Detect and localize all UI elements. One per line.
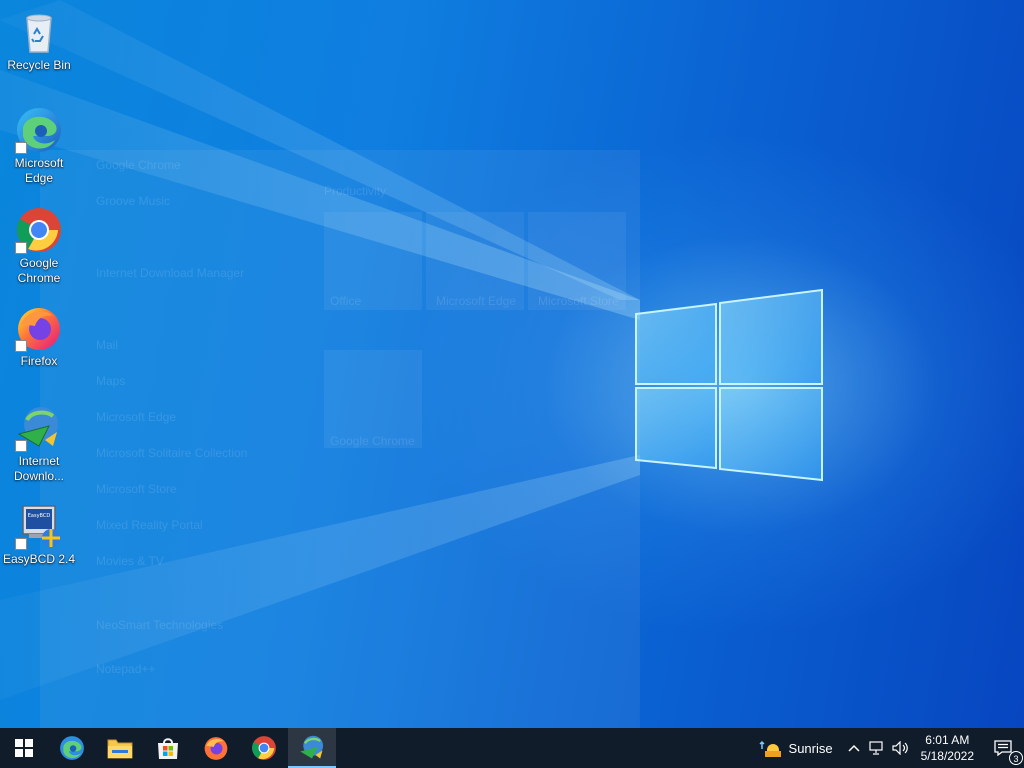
shortcut-arrow-icon — [15, 340, 27, 352]
chrome-icon — [252, 736, 276, 760]
desktop-icon-label: Firefox — [20, 354, 58, 368]
clock-date: 5/18/2022 — [920, 749, 974, 763]
ghost-app-label: Mail — [96, 338, 119, 352]
idm-icon — [300, 735, 324, 759]
taskbar-idm-button[interactable] — [288, 728, 336, 768]
ghost-app-label: Google Chrome — [96, 158, 181, 172]
ghost-app-label: Microsoft Solitaire Collection — [96, 446, 248, 460]
ghost-app-label: Groove Music — [96, 194, 171, 208]
ghost-app-label: Maps — [96, 374, 126, 388]
show-hidden-icons-button[interactable] — [843, 728, 865, 768]
desktop-icon-label: Microsoft Edge — [14, 156, 64, 185]
desktop[interactable]: Google Chrome Groove Music Internet Down… — [0, 0, 1024, 728]
volume-button[interactable] — [889, 728, 913, 768]
taskbar-firefox-button[interactable] — [192, 728, 240, 768]
ghost-app-label: Mixed Reality Portal — [96, 518, 203, 532]
desktop-icon-recycle-bin[interactable]: Recycle Bin — [2, 8, 76, 73]
ghost-tile-label: Microsoft Store — [538, 294, 619, 308]
start-button[interactable] — [0, 728, 48, 768]
shortcut-arrow-icon — [15, 142, 27, 154]
taskbar: Sunrise 6:01 AM 5/18/2022 3 — [0, 728, 1024, 768]
action-center-button[interactable]: 3 — [982, 728, 1024, 768]
ghost-tile-label: Google Chrome — [330, 434, 415, 448]
clock[interactable]: 6:01 AM 5/18/2022 — [913, 732, 982, 764]
ghost-app-label: Internet Download Manager — [96, 266, 245, 280]
ghost-section-title: Productivity — [324, 184, 387, 198]
system-tray: Sunrise 6:01 AM 5/18/2022 3 — [753, 728, 1024, 768]
desktop-icon-firefox[interactable]: Firefox — [2, 304, 76, 369]
clock-time: 6:01 AM — [925, 733, 970, 747]
taskbar-chrome-button[interactable] — [240, 728, 288, 768]
windows-logo-wallpaper — [635, 288, 823, 482]
notification-count-badge: 3 — [1009, 751, 1023, 765]
desktop-icon-label: Google Chrome — [17, 256, 61, 285]
network-button[interactable] — [865, 728, 889, 768]
folder-icon — [107, 739, 133, 759]
ghost-tile-label: Office — [330, 294, 362, 308]
network-icon — [869, 741, 883, 755]
volume-icon — [892, 741, 908, 755]
sunrise-icon — [759, 740, 781, 757]
firefox-icon — [204, 737, 228, 760]
desktop-icon-label: Internet Downlo... — [13, 454, 65, 483]
ghost-app-label: Microsoft Store — [96, 482, 177, 496]
desktop-icon-edge[interactable]: Microsoft Edge — [2, 106, 76, 186]
ghost-app-label: Movies & TV — [96, 554, 164, 568]
taskbar-store-button[interactable] — [144, 728, 192, 768]
edge-icon — [60, 736, 84, 760]
shortcut-arrow-icon — [15, 538, 27, 550]
weather-widget[interactable]: Sunrise — [753, 728, 843, 768]
desktop-icon-idm[interactable]: Internet Downlo... — [2, 404, 76, 484]
recycle-bin-icon — [26, 14, 52, 53]
shortcut-arrow-icon — [15, 440, 27, 452]
ghost-tile-label: Microsoft Edge — [436, 294, 517, 308]
svg-text:EasyBCD: EasyBCD — [28, 513, 51, 519]
desktop-icon-chrome[interactable]: Google Chrome — [2, 206, 76, 286]
weather-label: Sunrise — [788, 740, 833, 756]
desktop-icon-label: EasyBCD 2.4 — [2, 552, 76, 566]
windows-start-icon — [15, 739, 33, 757]
taskbar-edge-button[interactable] — [48, 728, 96, 768]
faded-start-menu: Google Chrome Groove Music Internet Down… — [40, 150, 640, 728]
ghost-app-label: Notepad++ — [96, 662, 156, 676]
store-icon — [158, 738, 178, 759]
desktop-icon-label: Recycle Bin — [7, 58, 71, 72]
ghost-app-label: Microsoft Edge — [96, 410, 177, 424]
ghost-app-label: NeoSmart Technologies — [96, 618, 224, 632]
chevron-up-icon — [848, 744, 860, 752]
shortcut-arrow-icon — [15, 242, 27, 254]
desktop-icon-easybcd[interactable]: EasyBCD EasyBCD 2.4 — [2, 502, 76, 567]
taskbar-file-explorer-button[interactable] — [96, 728, 144, 768]
